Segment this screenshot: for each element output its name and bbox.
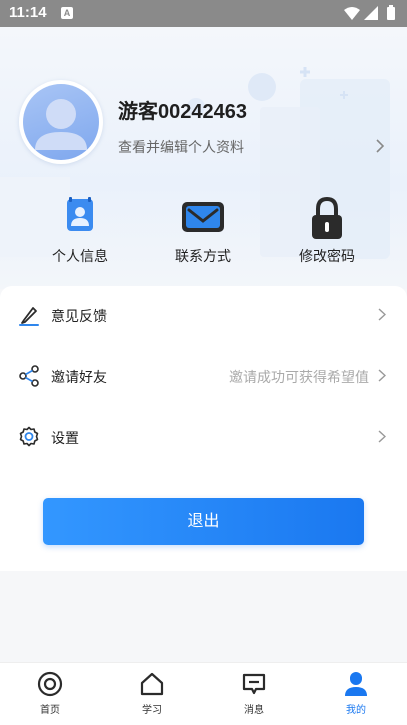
- battery-icon: [387, 7, 395, 20]
- logout-button[interactable]: 退出: [43, 498, 364, 545]
- chevron-right-icon[interactable]: [375, 139, 385, 153]
- mail-icon: [182, 202, 224, 232]
- avatar[interactable]: [19, 80, 103, 164]
- tab-study[interactable]: 学习: [122, 671, 182, 716]
- tab-label: 消息: [244, 705, 264, 716]
- bottom-tab-bar: 首页 学习 消息 我的: [0, 662, 407, 725]
- user-icon: [345, 672, 367, 696]
- menu-item-feedback[interactable]: 意见反馈: [0, 286, 407, 346]
- chevron-right-icon: [378, 430, 386, 443]
- tab-home[interactable]: 首页: [20, 671, 80, 716]
- tab-label: 首页: [40, 705, 60, 716]
- tab-label: 我的: [346, 705, 366, 716]
- gear-icon: [19, 426, 39, 447]
- chevron-right-icon: [378, 308, 386, 321]
- message-icon: [242, 673, 266, 695]
- quick-action-contact[interactable]: 联系方式: [153, 196, 253, 266]
- home-ring-icon: [37, 671, 63, 697]
- profile-header: 游客00242463 查看并编辑个人资料 个人信息 联系方式 修改密码: [0, 27, 407, 289]
- quick-action-profile[interactable]: 个人信息: [30, 196, 130, 266]
- menu-item-settings[interactable]: 设置: [0, 408, 407, 468]
- wifi-icon: [344, 7, 360, 20]
- notification-icon: A: [61, 7, 73, 19]
- share-icon: [19, 365, 39, 387]
- quick-action-password[interactable]: 修改密码: [277, 196, 377, 266]
- chevron-right-icon: [378, 369, 386, 382]
- avatar-person-icon: [35, 99, 87, 150]
- menu-item-label: 设置: [51, 431, 79, 447]
- menu-item-invite[interactable]: 邀请好友 邀请成功可获得希望值: [0, 347, 407, 407]
- status-bar: 11:14 A: [0, 0, 407, 27]
- menu-item-label: 意见反馈: [51, 309, 107, 325]
- tab-messages[interactable]: 消息: [224, 671, 284, 716]
- quick-action-label: 个人信息: [52, 249, 108, 265]
- quick-action-label: 修改密码: [299, 249, 355, 265]
- username: 游客00242463: [118, 101, 247, 123]
- signal-icon: [364, 6, 378, 20]
- menu-item-label: 邀请好友: [51, 370, 107, 386]
- edit-profile-link[interactable]: 查看并编辑个人资料: [118, 137, 244, 157]
- pen-icon: [19, 307, 39, 326]
- house-icon: [140, 672, 164, 696]
- id-card-icon: [67, 197, 93, 231]
- status-icons: [344, 5, 395, 20]
- status-time: 11:14: [9, 4, 47, 21]
- tab-label: 学习: [142, 705, 162, 716]
- quick-action-label: 联系方式: [175, 249, 231, 265]
- lock-icon: [312, 196, 342, 239]
- tab-mine[interactable]: 我的: [326, 671, 386, 716]
- invite-hint: 邀请成功可获得希望值: [229, 370, 369, 386]
